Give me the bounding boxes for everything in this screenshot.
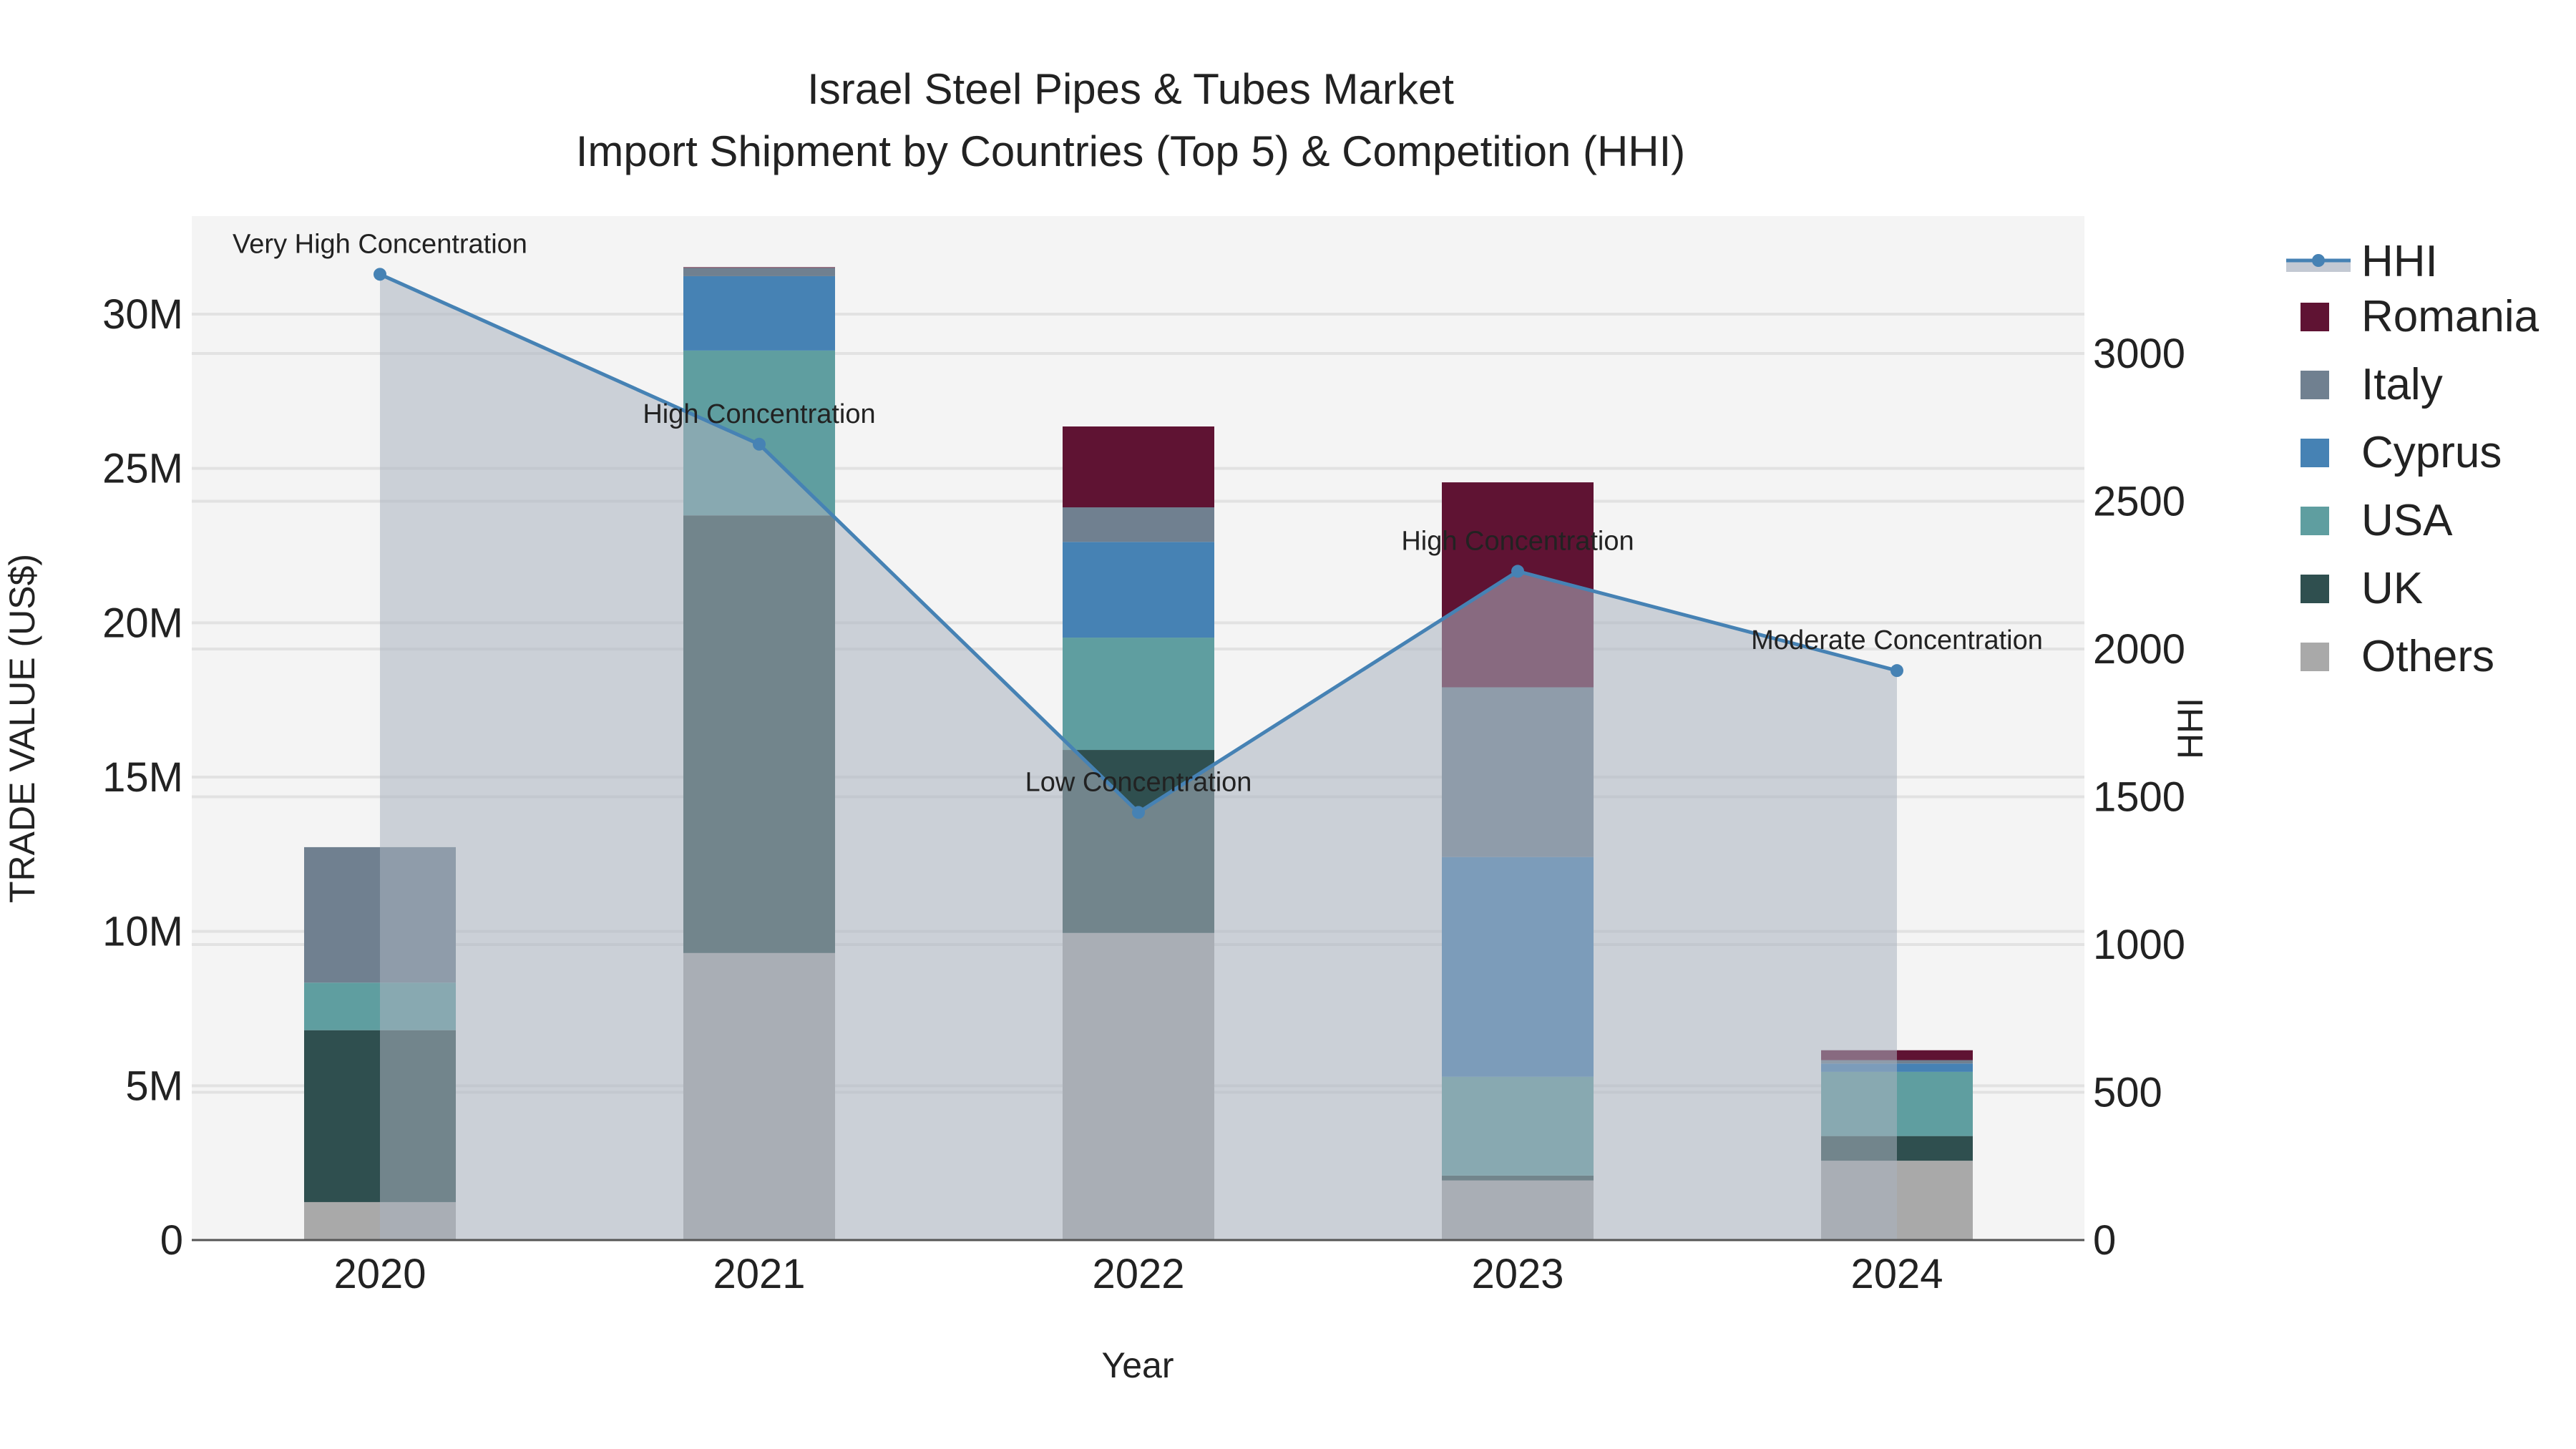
y2-tick-label: 2000 xyxy=(2093,626,2185,673)
legend-swatch-usa xyxy=(2301,507,2329,535)
y-tick-label: 0 xyxy=(160,1217,183,1264)
bar-italy-2021 xyxy=(683,268,835,276)
y2-tick-label: 1000 xyxy=(2093,922,2185,968)
y2-axis-title: HHI xyxy=(2170,698,2210,759)
x-axis-title: Year xyxy=(1101,1345,1174,1385)
legend-label-usa: USA xyxy=(2361,496,2453,545)
bar-romania-2022 xyxy=(1063,426,1214,508)
bar-usa-2022 xyxy=(1063,638,1214,751)
legend-swatch-romania xyxy=(2301,303,2329,331)
y-axis-title: TRADE VALUE (US$) xyxy=(2,554,42,903)
chart-title-line1: Israel Steel Pipes & Tubes Market xyxy=(807,65,1454,113)
hhi-annotation: High Concentration xyxy=(643,399,875,429)
x-tick-label: 2022 xyxy=(1092,1251,1184,1297)
x-axis-ticks: 2020 2021 2022 2023 2024 xyxy=(333,1251,1943,1297)
chart: 0 5M 10M 15M 20M 25M 30M 0 500 1000 1500 2000 2500 3… xyxy=(2,65,2540,1385)
x-tick-label: 2020 xyxy=(333,1251,426,1297)
hhi-point-2021 xyxy=(753,437,766,451)
hhi-point-2022 xyxy=(1132,806,1145,819)
legend-swatch-uk xyxy=(2301,575,2329,603)
y2-tick-label: 2500 xyxy=(2093,479,2185,525)
legend-hhi-marker xyxy=(2312,254,2325,267)
y2-axis-ticks: 0 500 1000 1500 2000 2500 3000 xyxy=(2093,331,2185,1264)
legend-swatch-cyprus xyxy=(2301,439,2329,467)
y2-tick-label: 1500 xyxy=(2093,774,2185,821)
y-tick-label: 10M xyxy=(102,909,183,955)
y2-tick-label: 500 xyxy=(2093,1070,2162,1116)
y-tick-label: 20M xyxy=(102,600,183,646)
legend: HHI Romania Italy Cyprus USA UK Others xyxy=(2286,237,2540,681)
bar-italy-2022 xyxy=(1063,507,1214,542)
legend-label-uk: UK xyxy=(2361,564,2423,613)
bar-romania-2021 xyxy=(683,267,835,268)
legend-label-romania: Romania xyxy=(2361,292,2540,341)
x-tick-label: 2023 xyxy=(1471,1251,1563,1297)
hhi-annotation: Moderate Concentration xyxy=(1751,625,2043,655)
y-tick-label: 25M xyxy=(102,446,183,492)
legend-swatch-italy xyxy=(2301,371,2329,399)
legend-label-others: Others xyxy=(2361,632,2494,681)
y2-tick-label: 0 xyxy=(2093,1217,2116,1264)
y2-tick-label: 3000 xyxy=(2093,331,2185,377)
legend-swatch-others xyxy=(2301,643,2329,671)
chart-title-line2: Import Shipment by Countries (Top 5) & C… xyxy=(576,127,1686,175)
bar-cyprus-2022 xyxy=(1063,542,1214,638)
legend-label-italy: Italy xyxy=(2361,360,2443,409)
hhi-point-2020 xyxy=(374,268,386,281)
y-tick-label: 15M xyxy=(102,754,183,801)
x-tick-label: 2021 xyxy=(713,1251,805,1297)
legend-label-hhi: HHI xyxy=(2361,237,2438,286)
bar-cyprus-2021 xyxy=(683,275,835,351)
x-tick-label: 2024 xyxy=(1850,1251,1943,1297)
y-tick-label: 30M xyxy=(102,291,183,338)
y-axis-ticks: 0 5M 10M 15M 20M 25M 30M xyxy=(102,291,183,1264)
hhi-point-2023 xyxy=(1511,565,1524,578)
hhi-annotation: Low Concentration xyxy=(1025,767,1252,797)
hhi-point-2024 xyxy=(1890,664,1903,678)
legend-label-cyprus: Cyprus xyxy=(2361,428,2502,477)
hhi-annotation: Very High Concentration xyxy=(233,229,527,259)
hhi-annotation: High Concentration xyxy=(1401,526,1634,556)
y-tick-label: 5M xyxy=(125,1063,183,1109)
